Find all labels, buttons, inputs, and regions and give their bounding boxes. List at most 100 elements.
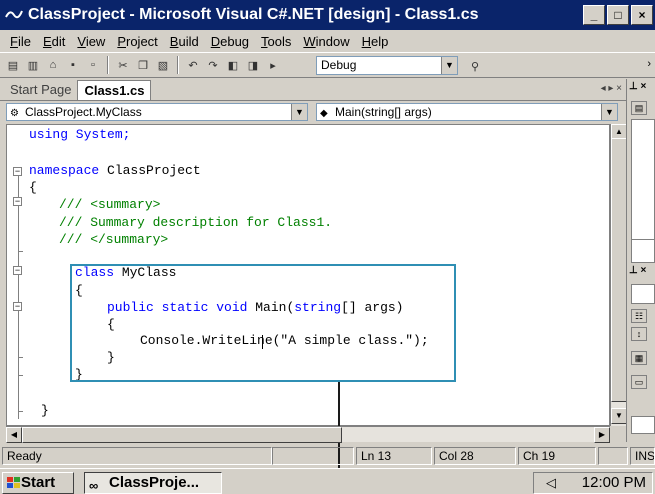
run-icon[interactable]: ▸ xyxy=(264,56,282,74)
member-select[interactable]: ◆ Main(string[] args) ▼ xyxy=(316,103,618,121)
windows-logo-icon xyxy=(7,477,20,488)
menu-help[interactable]: Help xyxy=(356,34,395,49)
window-title: ClassProject - Microsoft Visual C#.NET [… xyxy=(28,6,479,23)
outline-guide xyxy=(18,173,19,419)
events-icon[interactable]: ▭ xyxy=(631,375,647,389)
new-project-icon[interactable]: ▤ xyxy=(4,56,22,74)
status-bar: Ready Ln 13 Col 28 Ch 19 INS xyxy=(0,444,655,466)
pin-close-icon[interactable]: ⊥ × xyxy=(629,265,646,276)
chevron-down-icon: ▼ xyxy=(441,57,457,74)
navigate-back-icon[interactable]: ◧ xyxy=(224,56,242,74)
code-navigation-bar: ⚙ ClassProject.MyClass ▼ ◆ Main(string[]… xyxy=(0,101,626,123)
outline-end-tick xyxy=(18,411,23,412)
status-blank xyxy=(598,447,628,465)
status-message: Ready xyxy=(2,447,272,465)
scroll-right-icon[interactable]: ▶ xyxy=(594,427,610,443)
add-item-icon[interactable]: ▥ xyxy=(24,56,42,74)
chevron-down-icon: ▼ xyxy=(601,104,617,120)
scroll-thumb[interactable] xyxy=(611,138,627,402)
outline-end-tick xyxy=(18,251,23,252)
scroll-down-icon[interactable]: ▼ xyxy=(611,408,627,424)
open-icon[interactable]: ⌂ xyxy=(44,56,62,74)
visual-studio-icon: ∞ xyxy=(89,478,99,493)
visual-studio-icon xyxy=(5,10,23,19)
code-line: using System; xyxy=(29,127,131,142)
status-char: Ch 19 xyxy=(518,447,596,465)
document-tabstrip: Start Page Class1.cs ◂ ▸ × xyxy=(0,79,626,101)
tab-scroll-close-controls[interactable]: ◂ ▸ × xyxy=(601,83,622,94)
save-icon[interactable]: ▪ xyxy=(64,56,82,74)
method-icon: ◆ xyxy=(320,108,328,119)
save-all-icon[interactable]: ▫ xyxy=(84,56,102,74)
class-icon: ⚙ xyxy=(10,108,19,119)
outline-end-tick xyxy=(18,375,23,376)
status-insert-mode: INS xyxy=(630,447,655,465)
navigate-forward-icon[interactable]: ◨ xyxy=(244,56,262,74)
toolbar-overflow-icon[interactable]: › xyxy=(647,58,651,70)
collapse-class-icon[interactable]: − xyxy=(13,266,22,275)
find-icon[interactable]: ⚲ xyxy=(466,57,484,75)
menu-bar: File Edit View Project Build Debug Tools… xyxy=(0,30,655,52)
collapse-comment-icon[interactable]: − xyxy=(13,197,22,206)
system-tray: ◁ 12:00 PM xyxy=(533,472,653,494)
minimize-button[interactable]: _ xyxy=(583,5,605,25)
pin-close-icon[interactable]: ⊥ × xyxy=(629,81,646,92)
menu-file[interactable]: File xyxy=(4,34,37,49)
status-column: Col 28 xyxy=(434,447,516,465)
code-line: /// <summary> xyxy=(59,197,161,212)
properties-object-select[interactable] xyxy=(631,284,655,304)
solution-explorer-tree[interactable] xyxy=(631,119,655,259)
toolbar-separator xyxy=(177,56,179,74)
cut-icon[interactable]: ✂ xyxy=(114,56,132,74)
paste-icon[interactable]: ▧ xyxy=(154,56,172,74)
status-blank xyxy=(272,447,354,465)
solution-configuration-select[interactable]: Debug ▼ xyxy=(316,56,458,75)
vertical-scrollbar[interactable]: ▲ ▼ xyxy=(610,124,627,426)
taskbar-button-label: ClassProje... xyxy=(109,474,200,491)
horizontal-scrollbar[interactable]: ◀ ▶ xyxy=(6,426,610,443)
properties-grid[interactable] xyxy=(631,416,655,434)
categorized-icon[interactable]: ☷ xyxy=(631,309,647,323)
menu-debug[interactable]: Debug xyxy=(205,34,255,49)
docked-tool-panels: ⊥ × ▤ ⊥ × ☷ ↕ ▦ ▭ xyxy=(626,79,655,442)
menu-edit[interactable]: Edit xyxy=(37,34,71,49)
standard-toolbar: ▤ ▥ ⌂ ▪ ▫ ✂ ❐ ▧ ↶ ↷ ◧ ◨ ▸ Debug ▼ ⚲ › xyxy=(0,52,655,78)
taskbar-button-classproject[interactable]: ∞ ClassProje... xyxy=(84,472,222,494)
tab-start-page[interactable]: Start Page xyxy=(4,80,77,100)
close-button[interactable]: × xyxy=(631,5,653,25)
menu-view[interactable]: View xyxy=(71,34,111,49)
collapse-namespace-icon[interactable]: − xyxy=(13,167,22,176)
class-highlight-box xyxy=(70,264,456,382)
type-select[interactable]: ⚙ ClassProject.MyClass ▼ xyxy=(6,103,308,121)
menu-project[interactable]: Project xyxy=(111,34,163,49)
redo-icon[interactable]: ↷ xyxy=(204,56,222,74)
code-line: /// Summary description for Class1. xyxy=(59,215,333,230)
outline-end-tick xyxy=(18,357,23,358)
undo-icon[interactable]: ↶ xyxy=(184,56,202,74)
start-button[interactable]: Start xyxy=(2,472,74,494)
code-line: { xyxy=(29,180,37,195)
menu-tools[interactable]: Tools xyxy=(255,34,297,49)
code-line: namespace ClassProject xyxy=(29,163,201,178)
collapse-method-icon[interactable]: − xyxy=(13,302,22,311)
panel-scroll-box[interactable] xyxy=(631,239,655,263)
copy-icon[interactable]: ❐ xyxy=(134,56,152,74)
solution-explorer-icon[interactable]: ▤ xyxy=(631,101,647,115)
menu-window[interactable]: Window xyxy=(297,34,355,49)
windows-taskbar: Start ∞ ClassProje... ◁ 12:00 PM xyxy=(0,468,655,494)
clock[interactable]: 12:00 PM xyxy=(582,473,646,493)
speaker-icon[interactable]: ◁ xyxy=(546,473,556,493)
status-line: Ln 13 xyxy=(356,447,432,465)
code-line: /// </summary> xyxy=(59,232,169,247)
chevron-down-icon: ▼ xyxy=(291,104,307,120)
scroll-thumb[interactable] xyxy=(22,427,342,443)
window-titlebar: ClassProject - Microsoft Visual C#.NET [… xyxy=(0,0,655,30)
property-pages-icon[interactable]: ▦ xyxy=(631,351,647,365)
code-line: } xyxy=(41,403,49,418)
tab-class1-cs[interactable]: Class1.cs xyxy=(77,80,152,100)
maximize-button[interactable]: □ xyxy=(607,5,629,25)
scroll-left-icon[interactable]: ◀ xyxy=(6,427,22,443)
alphabetical-icon[interactable]: ↕ xyxy=(631,327,647,341)
start-label: Start xyxy=(21,474,56,491)
menu-build[interactable]: Build xyxy=(164,34,205,49)
